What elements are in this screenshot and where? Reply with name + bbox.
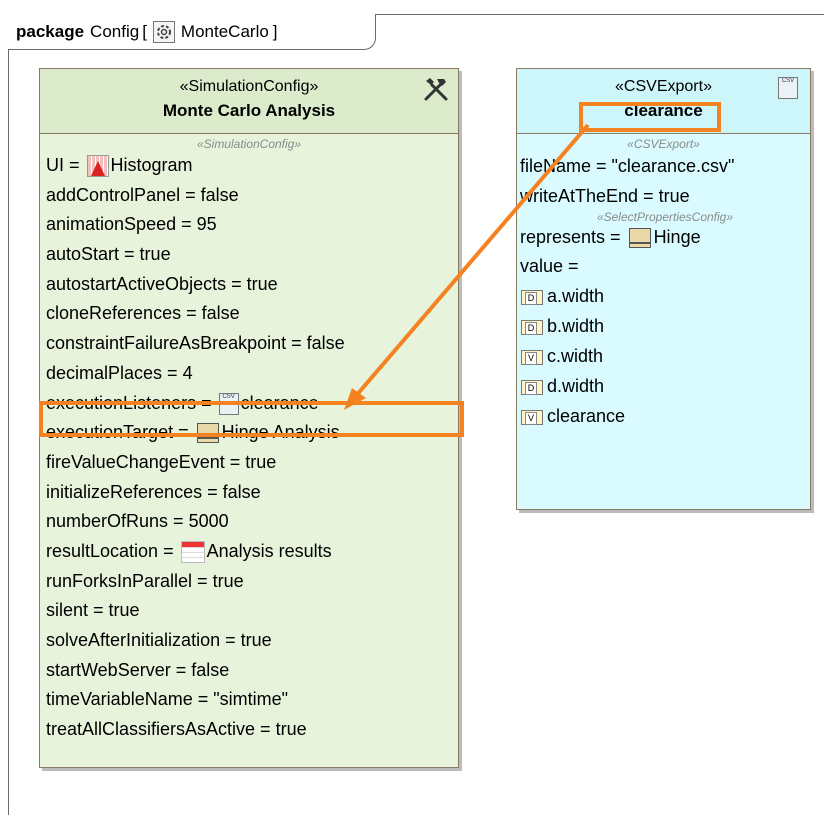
property-row[interactable]: fireValueChangeEvent = true (46, 448, 458, 478)
property-row[interactable]: resultLocation = Analysis results (46, 537, 458, 567)
property-text: startWebServer = false (46, 659, 230, 680)
property-row[interactable]: autostartActiveObjects = true (46, 270, 458, 300)
block-stereotype: «SimulationConfig» (179, 78, 319, 95)
derived-property-icon: D (521, 379, 543, 395)
value-item[interactable]: Dd.width (520, 371, 810, 401)
property-text: treatAllClassifiersAsActive = true (46, 719, 307, 740)
property-list: UI = Histogram addControlPanel = false ani… (40, 151, 458, 745)
bracket-close: ] (272, 21, 278, 41)
badge-letter: D (525, 381, 537, 395)
histogram-icon (86, 155, 109, 178)
value-name: d.width (547, 376, 605, 396)
package-keyword: package (16, 21, 85, 41)
property-text: animationSpeed = 95 (46, 214, 217, 235)
badge-letter: D (525, 291, 537, 305)
represents-label: represents = (520, 227, 626, 247)
property-text: runForksInParallel = true (46, 570, 244, 591)
tools-icon (424, 78, 448, 101)
execution-listeners-highlight (39, 401, 464, 437)
property-row[interactable]: numberOfRuns = 5000 (46, 507, 458, 537)
property-row[interactable]: UI = Histogram (46, 151, 458, 181)
property-row[interactable]: startWebServer = false (46, 656, 458, 686)
derived-property-icon: D (521, 289, 543, 305)
bracket-open: [ (142, 21, 147, 41)
compartment-stereotype: «SimulationConfig» (196, 137, 302, 151)
property-text: timeVariableName = "simtime" (46, 689, 289, 710)
gear-icon (152, 20, 175, 43)
property-row[interactable]: cloneReferences = false (46, 299, 458, 329)
value-name: clearance (547, 406, 626, 426)
property-text: solveAfterInitialization = true (46, 630, 272, 650)
clearance-csv-block[interactable]: «CSVExport» clearance CSV «CSVExport» fi… (516, 68, 811, 510)
csv-property-list: fileName = "clearance.csv" writeAtTheEnd … (517, 151, 810, 431)
value-item[interactable]: Vc.width (520, 341, 810, 371)
property-row[interactable]: decimalPlaces = 4 (46, 359, 458, 389)
csv-icon: CSV (778, 77, 798, 99)
property-value: Analysis results (206, 540, 332, 561)
property-text: autostartActiveObjects = true (46, 273, 278, 294)
value-label: value = (520, 256, 579, 276)
represents-value: Hinge (653, 227, 701, 247)
value-name: c.width (547, 346, 604, 366)
clearance-name-highlight (579, 102, 721, 132)
property-row[interactable]: addControlPanel = false (46, 181, 458, 211)
compartment-stereotype: «SelectPropertiesConfig» (596, 210, 734, 224)
package-name: Config (90, 21, 140, 41)
property-text: fireValueChangeEvent = true (46, 451, 277, 472)
property-text: numberOfRuns = 5000 (46, 511, 229, 532)
property-text: initializeReferences = false (46, 481, 261, 502)
value-item[interactable]: Da.width (520, 281, 810, 311)
property-text: addControlPanel = false (46, 184, 239, 205)
value-name: a.width (547, 286, 605, 306)
table-icon (180, 541, 205, 564)
property-row[interactable]: solveAfterInitialization = true (46, 626, 458, 656)
property-row[interactable]: constraintFailureAsBreakpoint = false (46, 329, 458, 359)
property-row[interactable]: treatAllClassifiersAsActive = true (46, 715, 458, 745)
csv-icon-text: CSV (781, 78, 795, 84)
property-row[interactable]: autoStart = true (46, 240, 458, 270)
value-name: b.width (547, 316, 605, 336)
property-text: decimalPlaces = 4 (46, 362, 193, 383)
property-row[interactable]: writeAtTheEnd = true (520, 181, 810, 211)
badge-letter: D (525, 321, 537, 335)
property-text: silent = true (46, 600, 140, 621)
property-text: autoStart = true (46, 244, 171, 265)
property-row[interactable]: timeVariableName = "simtime" (46, 685, 458, 715)
property-value: Histogram (110, 155, 193, 175)
package-tab: package Config [ MonteCarlo ] (8, 14, 376, 50)
value-property-icon: V (521, 409, 543, 425)
property-row[interactable]: fileName = "clearance.csv" (520, 151, 810, 181)
value-item[interactable]: Db.width (520, 311, 810, 341)
part-icon (628, 228, 651, 249)
diagram-name: MonteCarlo (180, 21, 269, 41)
compartment-stereotype: «CSVExport» (627, 137, 700, 151)
badge-letter: V (525, 411, 537, 425)
badge-letter: V (525, 351, 537, 365)
block-name: Monte Carlo Analysis (162, 101, 336, 120)
property-text: resultLocation = (46, 540, 179, 561)
value-item[interactable]: Vclearance (520, 401, 810, 431)
derived-property-icon: D (521, 319, 543, 335)
property-row[interactable]: initializeReferences = false (46, 478, 458, 508)
property-text: cloneReferences = false (46, 303, 240, 324)
property-row[interactable]: runForksInParallel = true (46, 567, 458, 597)
block-stereotype: «CSVExport» (615, 78, 712, 95)
block-header: «SimulationConfig» Monte Carlo Analysis (40, 69, 458, 134)
value-property-icon: V (521, 349, 543, 365)
represents-row[interactable]: represents = Hinge (520, 223, 810, 252)
property-row[interactable]: animationSpeed = 95 (46, 210, 458, 240)
property-text: constraintFailureAsBreakpoint = false (46, 333, 345, 354)
property-row[interactable]: silent = true (46, 596, 458, 626)
property-text: UI = (46, 155, 85, 175)
